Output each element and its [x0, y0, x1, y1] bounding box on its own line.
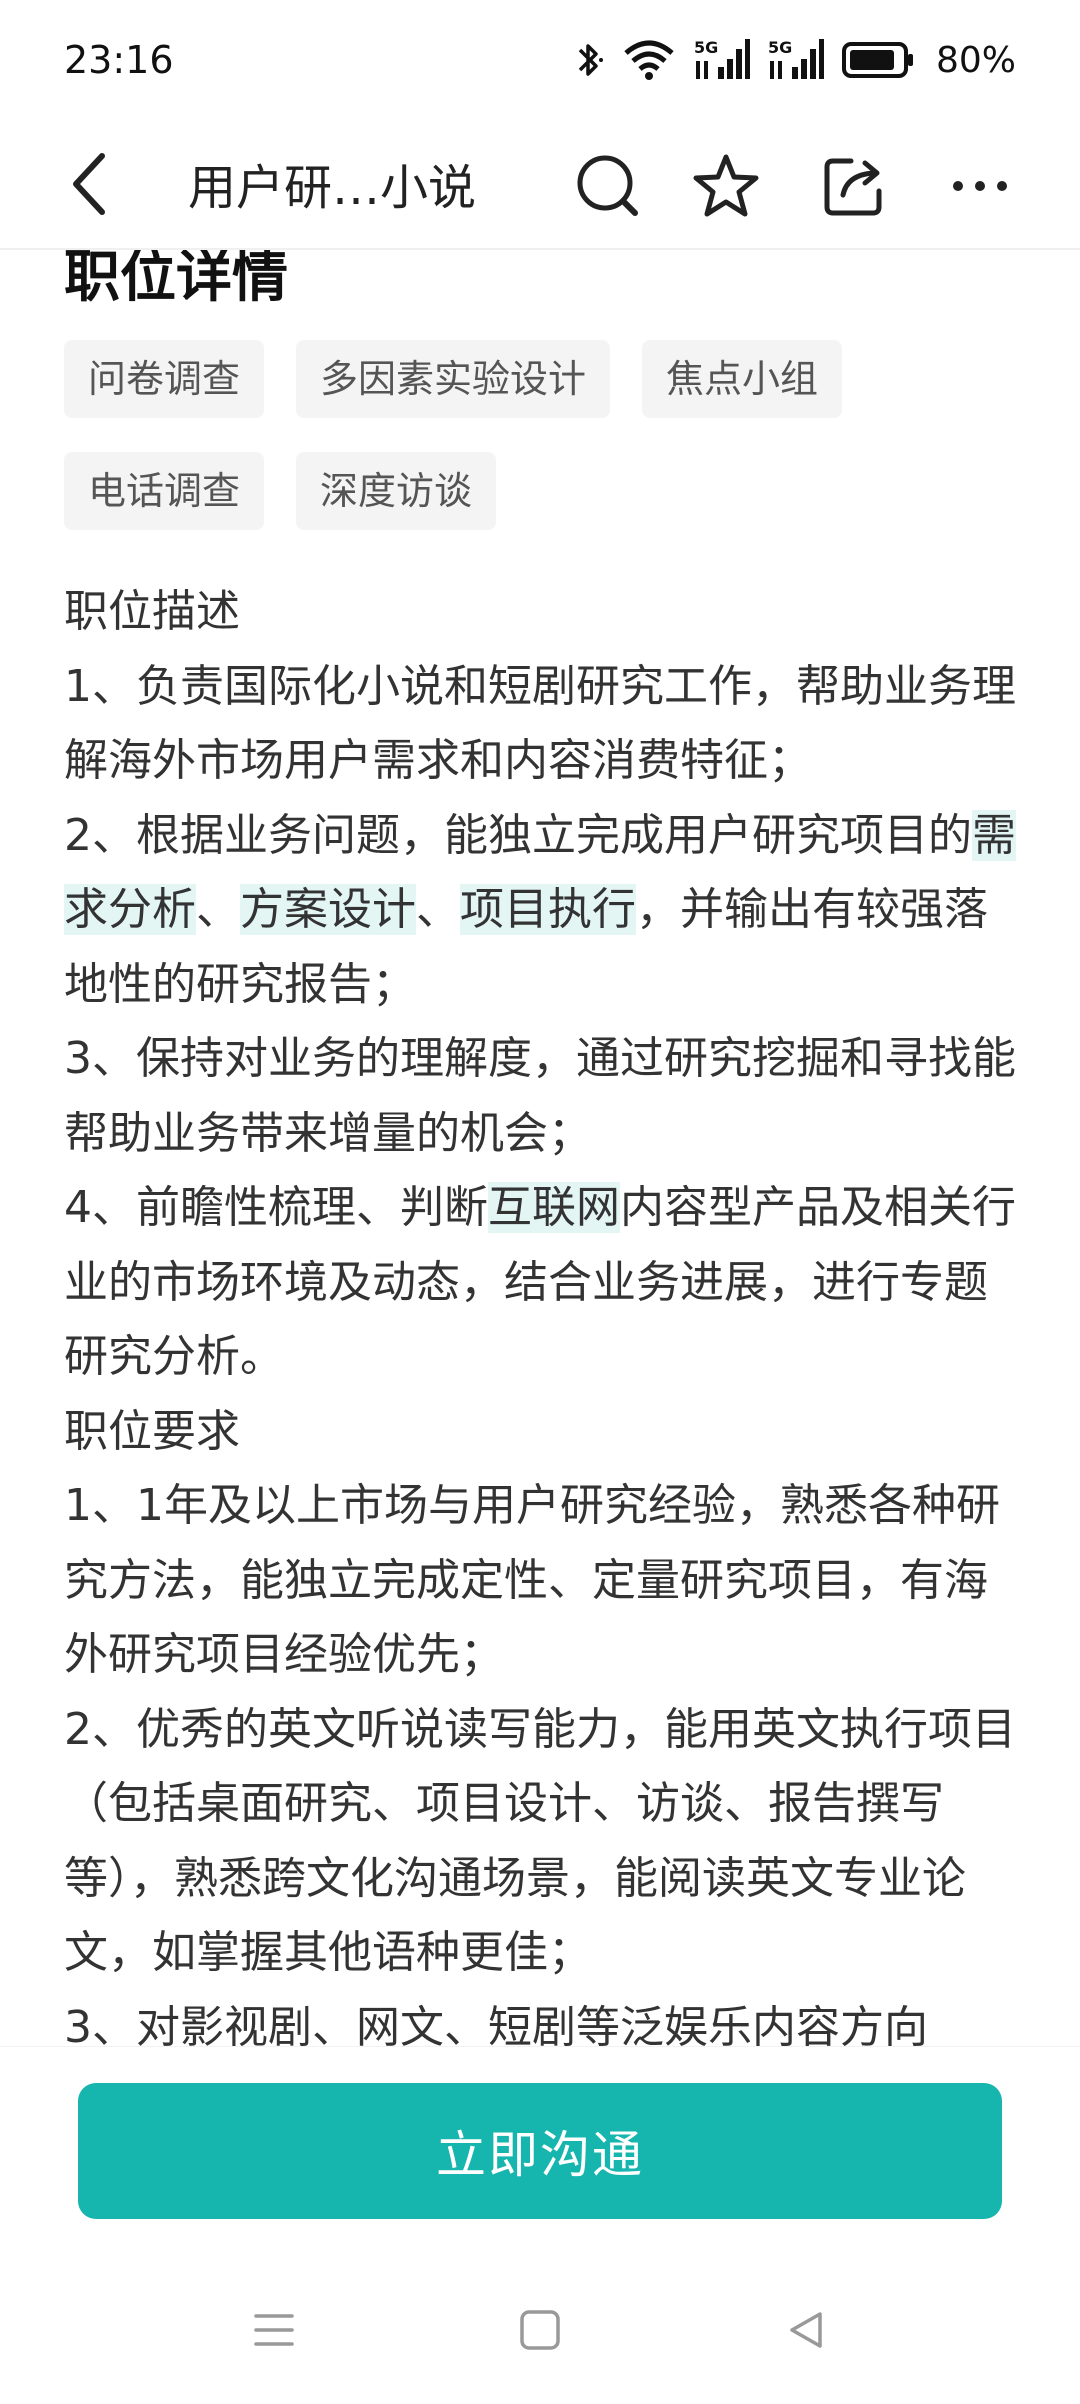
signal-icon-sim2: 5G — [768, 37, 824, 83]
share-button[interactable] — [818, 150, 890, 222]
status-icons: 5G 5G 80% — [574, 37, 1016, 83]
requirements-heading: 职位要求 — [64, 1405, 240, 1457]
description-text: 4、前瞻性梳理、判断 — [64, 1182, 488, 1233]
description-heading: 职位描述 — [64, 586, 240, 637]
more-icon — [953, 181, 1007, 191]
signal-icon-sim1: 5G — [694, 37, 750, 83]
separator: 、 — [196, 884, 240, 935]
system-nav-bar — [0, 2246, 1080, 2404]
share-icon — [824, 158, 882, 216]
section-title: 职位详情 — [64, 250, 288, 310]
chat-now-button[interactable]: 立即沟通 — [78, 2083, 1002, 2219]
separator: 、 — [416, 884, 460, 935]
more-button[interactable] — [944, 150, 1016, 222]
system-back-button[interactable] — [776, 2300, 836, 2360]
keyword-link[interactable]: 项目执行 — [460, 884, 636, 935]
bottom-action-bar: 立即沟通 — [0, 2046, 1080, 2247]
requirement-item-3: 3、对影视剧、网文、短剧等泛娱乐内容方向 — [64, 2001, 928, 2047]
description-item-2: 2、根据业务问题，能独立完成用户研究项目的需求分析、方案设计、项目执行，并输出有… — [64, 799, 1024, 1023]
bluetooth-icon — [574, 39, 604, 81]
description-item-3: 3、保持对业务的理解度，通过研究挖掘和寻找能帮助业务带来增量的机会； — [64, 1033, 1016, 1159]
menu-button[interactable] — [244, 2300, 304, 2360]
star-icon — [693, 154, 759, 217]
description-item-1: 1、负责国际化小说和短剧研究工作，帮助业务理解海外市场用户需求和内容消费特征； — [64, 660, 1016, 787]
status-bar: 23:16 5G 5G 80% — [0, 0, 1080, 120]
tag-item: 问卷调查 — [64, 340, 265, 418]
back-button[interactable] — [70, 144, 130, 224]
battery-percent: 80% — [935, 39, 1016, 81]
wifi-icon — [622, 39, 676, 81]
skill-tags: 问卷调查 多因素实验设计 焦点小组 电话调查 深度访谈 — [64, 340, 1024, 564]
description-text: 2、根据业务问题，能独立完成用户研究项目的 — [64, 809, 972, 861]
triangle-back-icon — [790, 2312, 822, 2348]
home-button[interactable] — [510, 2300, 570, 2360]
requirement-item-1: 1、1年及以上市场与用户研究经验，熟悉各种研究方法，能独立完成定性、定量研究项目… — [64, 1480, 1000, 1680]
battery-icon — [841, 41, 914, 79]
nav-bar: 用户研…小说 — [0, 120, 1080, 250]
keyword-link[interactable]: 方案设计 — [240, 884, 416, 935]
tag-item: 电话调查 — [64, 452, 265, 530]
requirement-item-2: 2、优秀的英文听说读写能力，能用英文执行项目（包括桌面研究、项目设计、访谈、报告… — [64, 1703, 1016, 1979]
page-title: 用户研…小说 — [188, 160, 477, 216]
search-icon — [577, 155, 638, 216]
job-description: 职位描述 1、负责国际化小说和短剧研究工作，帮助业务理解海外市场用户需求和内容消… — [64, 575, 1024, 2046]
signal-label-2: 5G — [768, 38, 792, 57]
status-time: 23:16 — [64, 38, 174, 82]
back-arrow-icon — [73, 153, 105, 215]
favorite-button[interactable] — [690, 150, 762, 222]
description-item-4: 4、前瞻性梳理、判断互联网内容型产品及相关行业的市场环境及动态，结合业务进展，进… — [64, 1171, 1024, 1395]
menu-icon — [254, 2314, 294, 2346]
tag-item: 深度访谈 — [296, 452, 497, 530]
home-icon — [520, 2310, 560, 2350]
search-button[interactable] — [572, 150, 644, 222]
keyword-link[interactable]: 互联网 — [488, 1182, 620, 1233]
job-detail-content[interactable]: 职位详情 问卷调查 多因素实验设计 焦点小组 电话调查 深度访谈 职位描述 1、… — [0, 250, 1080, 2046]
tag-item: 多因素实验设计 — [296, 340, 611, 418]
signal-label-1: 5G — [694, 38, 718, 57]
tag-item: 焦点小组 — [642, 340, 843, 418]
